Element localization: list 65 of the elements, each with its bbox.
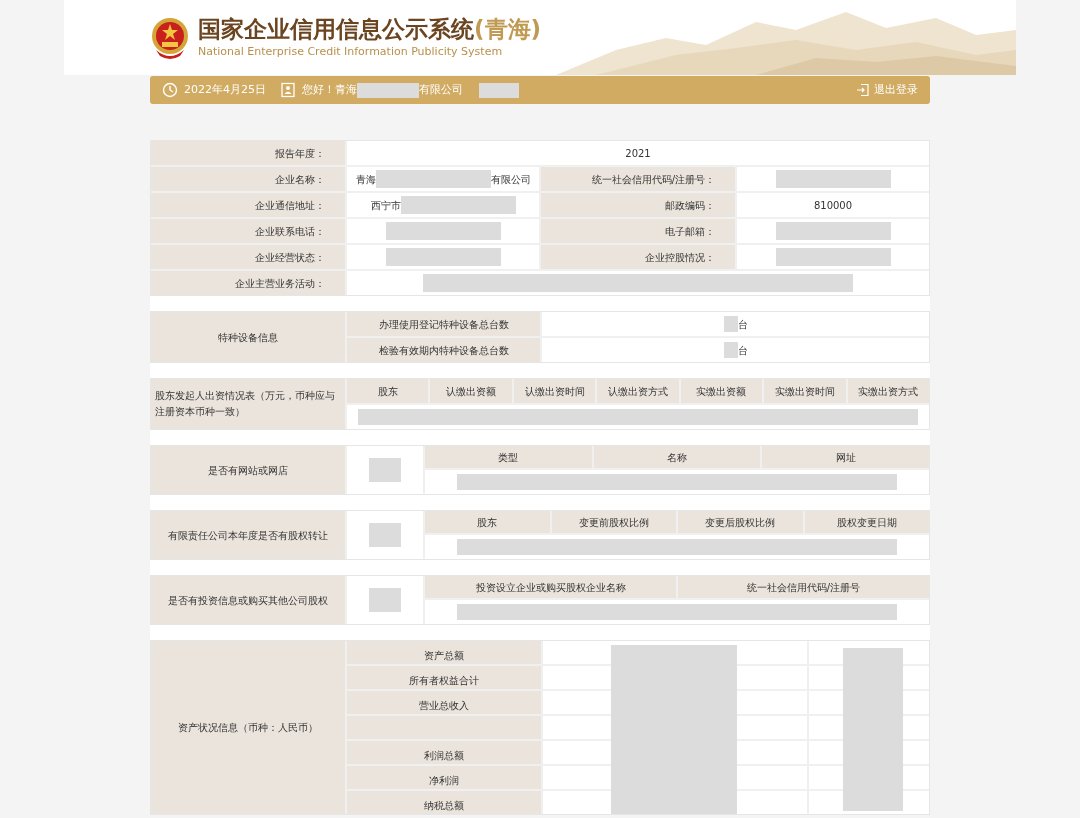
column-header: 名称 xyxy=(593,446,761,468)
column-header: 股权变更日期 xyxy=(804,511,929,533)
logout-button[interactable]: 退出登录 xyxy=(856,81,918,99)
field-label: 利润总额 xyxy=(347,741,541,764)
field-label: 企业主营业务活动： xyxy=(151,271,345,295)
field-label: 是否有网站或网店 xyxy=(151,446,345,494)
field-label: 股东发起人出资情况表（万元，币种应与注册资本币种一致） xyxy=(151,379,345,429)
logout-icon xyxy=(856,83,870,97)
column-header: 认缴出资时间 xyxy=(513,379,596,403)
site-subtitle: National Enterprise Credit Information Publicity System xyxy=(198,44,504,61)
field-label: 电子邮箱： xyxy=(541,219,735,243)
field-label: 企业控股情况： xyxy=(541,245,735,269)
field-label: 纳税总额 xyxy=(347,791,541,814)
column-header: 股东 xyxy=(347,379,429,403)
field-label: 企业联系电话： xyxy=(151,219,345,243)
site-title: 国家企业信用信息公示系统 xyxy=(198,15,474,45)
field-value: 青海 xyxy=(355,172,376,187)
field-label: 企业名称： xyxy=(151,167,345,191)
field-label: 特种设备信息 xyxy=(151,312,345,362)
field-value: 有限公司 xyxy=(490,172,531,187)
date-text: 2022年4月25日 xyxy=(184,81,266,98)
emblem-logo xyxy=(150,15,190,60)
field-label: 办理使用登记特种设备总台数 xyxy=(347,312,540,336)
region-label: (青海) xyxy=(474,15,542,45)
column-header: 变更后股权比例 xyxy=(678,511,803,533)
clock-icon xyxy=(162,82,178,98)
column-header: 投资设立企业或购买股权企业名称 xyxy=(425,576,676,598)
redacted-block xyxy=(479,82,519,98)
column-header: 实缴出资时间 xyxy=(764,379,846,403)
field-value: 810000 xyxy=(813,198,853,213)
user-card-icon xyxy=(280,82,296,98)
field-label: 检验有效期内特种设备总台数 xyxy=(347,338,540,362)
field-label: 企业通信地址： xyxy=(151,193,345,217)
field-label: 报告年度： xyxy=(151,141,345,165)
field-label: 是否有投资信息或购买其他公司股权 xyxy=(151,576,345,624)
column-header: 认缴出资额 xyxy=(430,379,512,403)
redacted-block xyxy=(723,316,738,332)
field-label: 资产状况信息（币种：人民币） xyxy=(151,641,345,814)
field-label: 所有者权益合计 xyxy=(347,666,541,689)
unit-text: 台 xyxy=(737,317,748,332)
column-header: 股东 xyxy=(425,511,550,533)
field-label: 净利润 xyxy=(347,766,541,789)
column-header: 统一社会信用代码/注册号 xyxy=(678,576,929,598)
field-value: 2021 xyxy=(625,146,651,161)
column-header: 实缴出资方式 xyxy=(847,379,929,403)
redacted-block xyxy=(369,523,401,547)
column-header: 网址 xyxy=(762,446,929,468)
redacted-block xyxy=(369,588,401,612)
column-header: 变更前股权比例 xyxy=(551,511,676,533)
field-label: 资产总额 xyxy=(347,641,541,664)
redacted-block xyxy=(357,82,419,98)
field-label: 企业经营状态： xyxy=(151,245,345,269)
column-header: 类型 xyxy=(425,446,592,468)
column-header: 认缴出资方式 xyxy=(597,379,679,403)
redacted-block xyxy=(723,342,738,358)
field-label: 邮政编码： xyxy=(541,193,735,217)
greeting-text: 有限公司 xyxy=(419,81,463,98)
redacted-block xyxy=(369,458,401,482)
greeting-text: 您好！青海 xyxy=(302,81,357,98)
field-label: 有限责任公司本年度是否有股权转让 xyxy=(151,511,345,559)
field-label: 统一社会信用代码/注册号： xyxy=(541,167,735,191)
field-label: 营业总收入 xyxy=(347,691,541,714)
column-header: 实缴出资额 xyxy=(680,379,763,403)
unit-text: 台 xyxy=(737,343,748,358)
field-value: 西宁市 xyxy=(370,198,401,213)
